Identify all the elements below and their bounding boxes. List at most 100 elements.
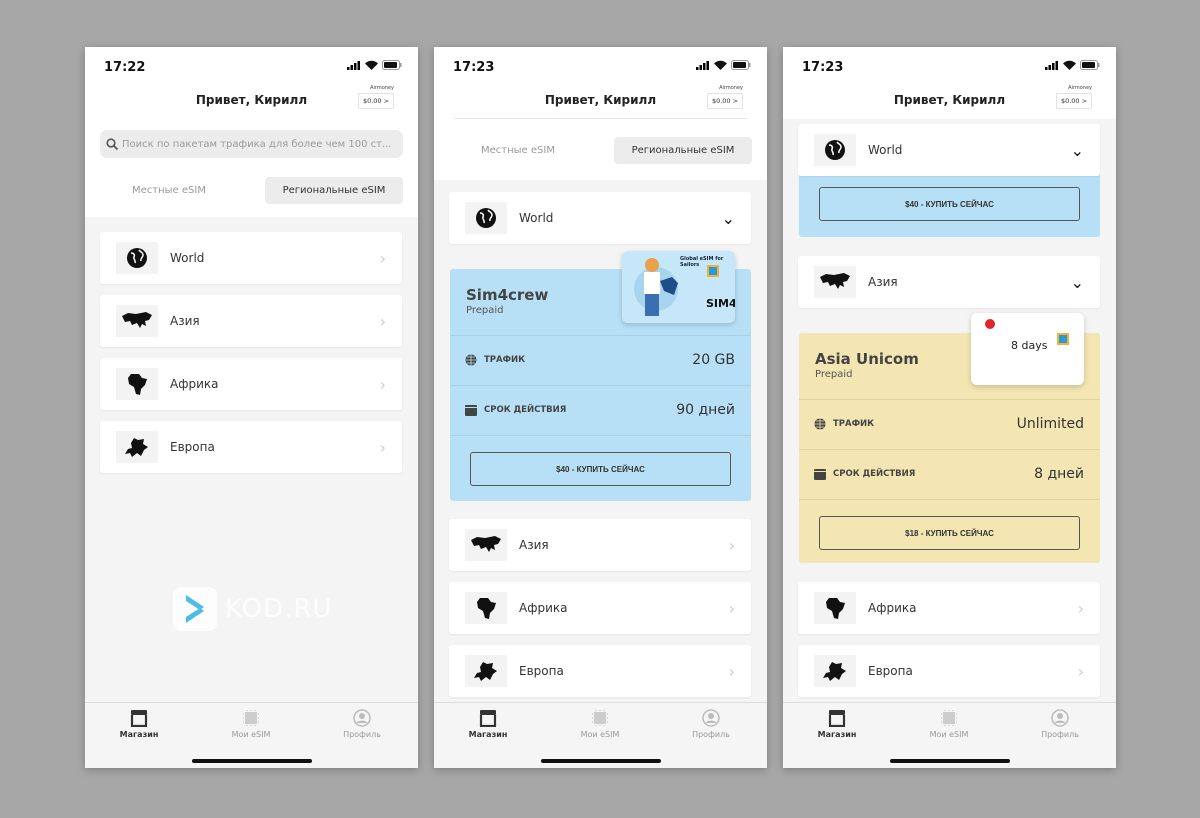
- screen-1: 17:22 Привет, Кирилл Airmoney $0.00 > По…: [85, 47, 418, 768]
- wallet-balance[interactable]: $0.00 >: [707, 93, 743, 109]
- nav-item-1[interactable]: Мои eSIM: [560, 709, 640, 739]
- nav-item-1[interactable]: Мои eSIM: [211, 709, 291, 739]
- chevron-right-icon[interactable]: ›: [1078, 662, 1084, 681]
- europe-map-icon: [116, 431, 158, 463]
- home-indicator[interactable]: [890, 759, 1010, 763]
- watermark-text: KOD.RU: [225, 594, 333, 624]
- header: 17:23 Привет, Кирилл Airmoney $0.00 > Ме…: [434, 47, 767, 180]
- globe-icon: [465, 354, 477, 366]
- chevron-right-icon[interactable]: ›: [380, 249, 386, 268]
- chevron-right-icon[interactable]: ›: [729, 599, 735, 618]
- status-time: 17:22: [104, 60, 146, 75]
- nav-label: Мои eSIM: [580, 730, 620, 739]
- divider: [450, 435, 751, 436]
- nav-item-2[interactable]: Профиль: [671, 709, 751, 739]
- globe-icon: [814, 418, 826, 430]
- region-card-3[interactable]: Европа ›: [100, 421, 402, 473]
- chevron-right-icon[interactable]: ›: [1078, 599, 1084, 618]
- header: 17:23 Привет, Кирилл Airmoney $0.00 >: [783, 47, 1116, 119]
- chevron-down-icon[interactable]: ⌄: [722, 209, 735, 228]
- buy-now-button[interactable]: $18 - КУПИТЬ СЕЙЧАС: [819, 516, 1080, 550]
- asia-map-icon: [116, 305, 158, 337]
- chevron-right-icon[interactable]: ›: [380, 438, 386, 457]
- wallet-balance[interactable]: $0.00 >: [1056, 93, 1092, 109]
- chevron-down-icon[interactable]: ⌄: [1071, 273, 1084, 292]
- profile-icon: [322, 709, 402, 727]
- tab-regional-esim[interactable]: Региональные eSIM: [265, 177, 403, 204]
- tab-local-esim[interactable]: Местные eSIM: [100, 177, 238, 204]
- africa-map-icon: [116, 368, 158, 400]
- region-name: Азия: [868, 275, 898, 289]
- divider: [799, 449, 1100, 450]
- chevron-right-icon[interactable]: ›: [729, 536, 735, 555]
- nav-item-0[interactable]: Магазин: [797, 709, 877, 739]
- wallet-balance[interactable]: $0.00 >: [358, 93, 394, 109]
- nav-label: Магазин: [468, 730, 508, 739]
- header: 17:22 Привет, Кирилл Airmoney $0.00 > По…: [85, 47, 418, 217]
- buy-now-button[interactable]: $40 - КУПИТЬ СЕЙЧАС: [470, 452, 731, 486]
- region-name: World: [519, 211, 554, 225]
- nav-label: Магазин: [119, 730, 159, 739]
- bottom-tab-bar: Магазин Мои eSIM Профиль: [434, 702, 767, 768]
- region-card-0[interactable]: World ›: [100, 232, 402, 284]
- chevron-right-icon[interactable]: ›: [729, 662, 735, 681]
- validity-value: 8 дней: [1034, 466, 1084, 482]
- globe-icon: [116, 242, 158, 274]
- region-card-3[interactable]: Европа ›: [798, 645, 1100, 697]
- tab-local-esim[interactable]: Местные eSIM: [449, 137, 587, 164]
- region-name: Африка: [519, 601, 568, 615]
- nav-item-2[interactable]: Профиль: [1020, 709, 1100, 739]
- chevron-down-icon[interactable]: ⌄: [1071, 141, 1084, 160]
- tab-regional-esim[interactable]: Региональные eSIM: [614, 137, 752, 164]
- home-indicator[interactable]: [541, 759, 661, 763]
- wifi-icon: [714, 60, 727, 70]
- signal-icon: [696, 60, 709, 70]
- search-input[interactable]: Поиск по пакетам трафика для более чем 1…: [100, 130, 403, 158]
- traffic-label: ТРАФИК: [833, 419, 875, 429]
- unicom-logo: [985, 319, 995, 329]
- nav-label: Магазин: [817, 730, 857, 739]
- screen-3: 17:23 Привет, Кирилл Airmoney $0.00 > $4…: [783, 47, 1116, 768]
- region-name: Европа: [868, 664, 913, 678]
- wallet-badge[interactable]: Airmoney $0.00 >: [1056, 85, 1092, 109]
- region-name: Европа: [519, 664, 564, 678]
- region-card-0[interactable]: World ⌄: [798, 124, 1100, 176]
- region-card-0[interactable]: World ⌄: [449, 192, 751, 244]
- chevron-right-icon[interactable]: ›: [380, 375, 386, 394]
- validity-label: СРОК ДЕЙСТВИЯ: [484, 405, 567, 415]
- traffic-row: ТРАФИК 20 GB: [465, 350, 735, 370]
- wallet-badge[interactable]: Airmoney $0.00 >: [358, 85, 394, 109]
- nav-item-0[interactable]: Магазин: [448, 709, 528, 739]
- nav-label: Профиль: [692, 730, 730, 739]
- region-card-2[interactable]: Африка ›: [100, 358, 402, 410]
- buy-now-button[interactable]: $40 - КУПИТЬ СЕЙЧАС: [819, 187, 1080, 221]
- home-indicator[interactable]: [192, 759, 312, 763]
- nav-item-2[interactable]: Профиль: [322, 709, 402, 739]
- wallet-brand: Airmoney: [719, 85, 743, 91]
- region-card-2[interactable]: Африка ›: [449, 582, 751, 634]
- region-card-2[interactable]: Африка ›: [798, 582, 1100, 634]
- region-card-1[interactable]: Азия ›: [100, 295, 402, 347]
- profile-icon: [671, 709, 751, 727]
- bottom-tab-bar: Магазин Мои eSIM Профиль: [85, 702, 418, 768]
- esim-chip-icon: [1057, 333, 1069, 345]
- wallet-badge[interactable]: Airmoney $0.00 >: [707, 85, 743, 109]
- nav-item-0[interactable]: Магазин: [99, 709, 179, 739]
- nav-item-1[interactable]: Мои eSIM: [909, 709, 989, 739]
- wifi-icon: [1063, 60, 1076, 70]
- sim-chip-icon: [909, 709, 989, 727]
- region-card-3[interactable]: Европа ›: [449, 645, 751, 697]
- chevron-right-icon[interactable]: ›: [380, 312, 386, 331]
- screen-2: 17:23 Привет, Кирилл Airmoney $0.00 > Ме…: [434, 47, 767, 768]
- battery-icon: [731, 60, 751, 70]
- status-time: 17:23: [802, 60, 844, 75]
- nav-label: Мои eSIM: [929, 730, 969, 739]
- traffic-label: ТРАФИК: [484, 355, 526, 365]
- europe-map-icon: [814, 655, 856, 687]
- wallet-brand: Airmoney: [370, 85, 394, 91]
- region-card-1[interactable]: Азия ⌄: [798, 256, 1100, 308]
- calendar-icon: [814, 469, 826, 480]
- status-icons: [696, 60, 751, 70]
- region-card-1[interactable]: Азия ›: [449, 519, 751, 571]
- nav-label: Профиль: [343, 730, 381, 739]
